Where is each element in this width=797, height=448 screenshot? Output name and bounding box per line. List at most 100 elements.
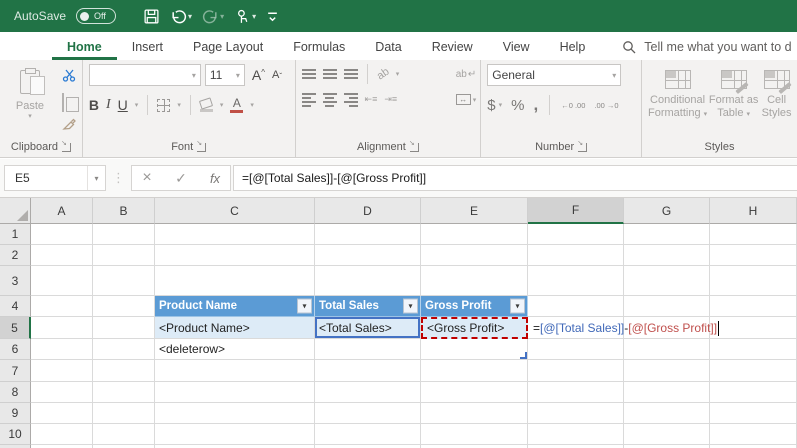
cell-A3[interactable] <box>31 266 93 296</box>
font-size-combo[interactable]: 11 ▾ <box>204 64 245 86</box>
tab-view[interactable]: View <box>488 35 545 60</box>
cell-C9[interactable] <box>155 403 315 424</box>
conditional-formatting-button[interactable]: Conditional Formatting ▾ <box>648 68 707 137</box>
paste-dropdown-icon[interactable]: ▾ <box>28 112 32 120</box>
cell-D8[interactable] <box>315 382 421 403</box>
enter-button[interactable]: ✓ <box>172 170 190 187</box>
align-top-icon[interactable] <box>301 69 316 79</box>
cell-B10[interactable] <box>93 424 155 445</box>
cell-H8[interactable] <box>710 382 797 403</box>
cell-F1[interactable] <box>528 224 624 245</box>
cell-H7[interactable] <box>710 360 797 382</box>
formula-bar-grip-icon[interactable]: ⋮ <box>112 170 125 186</box>
number-format-combo[interactable]: General ▾ <box>487 64 622 86</box>
cell-A5[interactable] <box>31 317 93 339</box>
formula-input[interactable]: =[@[Total Sales]]-[@[Gross Profit]] <box>233 165 797 191</box>
cell-E6[interactable] <box>421 339 528 360</box>
format-as-table-button[interactable]: Format as Table ▾ <box>707 68 760 137</box>
filter-button-C4[interactable]: ▾ <box>297 298 312 314</box>
save-button[interactable] <box>140 6 163 27</box>
cell-A10[interactable] <box>31 424 93 445</box>
cell-C7[interactable] <box>155 360 315 382</box>
cell-B5[interactable] <box>93 317 155 339</box>
cell-F2[interactable] <box>528 245 624 266</box>
row-header-5[interactable]: 5 <box>0 317 31 339</box>
row-header-2[interactable]: 2 <box>0 245 31 266</box>
cell-A2[interactable] <box>31 245 93 266</box>
touch-mode-dropdown-icon[interactable]: ▾ <box>252 12 256 21</box>
fill-color-dropdown-icon[interactable]: ▾ <box>220 101 224 109</box>
editing-cell-F5[interactable]: = [@[Total Sales]] - [@[Gross Profit]] <box>530 317 797 339</box>
align-left-icon[interactable] <box>301 93 316 107</box>
cell-B9[interactable] <box>93 403 155 424</box>
row-header-7[interactable]: 7 <box>0 360 31 382</box>
cell-C2[interactable] <box>155 245 315 266</box>
font-dialog-launcher[interactable] <box>196 139 207 152</box>
column-header-G[interactable]: G <box>624 198 710 224</box>
decrease-decimal-icon[interactable]: .00 →0 <box>594 101 618 109</box>
cell-A8[interactable] <box>31 382 93 403</box>
tab-home[interactable]: Home <box>52 35 117 60</box>
tell-me-search[interactable]: Tell me what you want to d <box>622 40 792 60</box>
cell-C5[interactable]: <Product Name> <box>155 317 315 339</box>
tab-page-layout[interactable]: Page Layout <box>178 35 278 60</box>
align-right-icon[interactable] <box>343 93 358 107</box>
cell-B4[interactable] <box>93 296 155 317</box>
comma-style-icon[interactable]: , <box>533 95 538 115</box>
row-header-1[interactable]: 1 <box>0 224 31 245</box>
cell-styles-button[interactable]: Cell Styles <box>760 68 793 137</box>
cell-D7[interactable] <box>315 360 421 382</box>
autosave-toggle[interactable]: Off <box>76 8 117 24</box>
cell-D4[interactable]: Total Sales ▾ <box>315 296 421 317</box>
cell-D3[interactable] <box>315 266 421 296</box>
cell-E8[interactable] <box>421 382 528 403</box>
cell-F8[interactable] <box>528 382 624 403</box>
font-color-button[interactable]: A <box>230 97 244 113</box>
cell-G6[interactable] <box>624 339 710 360</box>
cell-H4[interactable] <box>710 296 797 317</box>
tab-data[interactable]: Data <box>360 35 416 60</box>
cell-G9[interactable] <box>624 403 710 424</box>
table-resize-handle[interactable] <box>520 352 527 359</box>
filter-button-E4[interactable]: ▾ <box>510 298 525 314</box>
decrease-indent-icon[interactable]: ⇤≡ <box>365 94 378 105</box>
cancel-button[interactable]: × <box>138 169 156 187</box>
cell-E1[interactable] <box>421 224 528 245</box>
cell-C4[interactable]: Product Name ▾ <box>155 296 315 317</box>
name-box-dropdown-icon[interactable]: ▾ <box>87 166 105 190</box>
cell-H3[interactable] <box>710 266 797 296</box>
insert-function-button[interactable]: fx <box>206 171 224 186</box>
cell-A6[interactable] <box>31 339 93 360</box>
align-bottom-icon[interactable] <box>343 69 358 79</box>
increase-font-button[interactable]: A ^ <box>252 67 265 83</box>
column-header-H[interactable]: H <box>710 198 797 224</box>
cell-E3[interactable] <box>421 266 528 296</box>
cell-E10[interactable] <box>421 424 528 445</box>
increase-decimal-icon[interactable]: ←0 .00 <box>561 101 585 109</box>
tab-formulas[interactable]: Formulas <box>278 35 360 60</box>
align-middle-icon[interactable] <box>322 69 337 79</box>
borders-icon[interactable] <box>157 98 171 112</box>
align-center-icon[interactable] <box>322 93 337 107</box>
cell-D6[interactable] <box>315 339 421 360</box>
cell-H9[interactable] <box>710 403 797 424</box>
cell-B3[interactable] <box>93 266 155 296</box>
column-header-D[interactable]: D <box>315 198 421 224</box>
decrease-font-button[interactable]: Aˇ <box>272 69 282 81</box>
cell-F4[interactable] <box>528 296 624 317</box>
cell-B6[interactable] <box>93 339 155 360</box>
row-header-6[interactable]: 6 <box>0 339 31 360</box>
cell-C8[interactable] <box>155 382 315 403</box>
filter-button-D4[interactable]: ▾ <box>403 298 418 314</box>
cell-C3[interactable] <box>155 266 315 296</box>
bold-button[interactable]: B <box>89 97 99 113</box>
redo-button[interactable]: ▾ <box>199 6 227 27</box>
number-dialog-launcher[interactable] <box>577 139 588 152</box>
cell-H2[interactable] <box>710 245 797 266</box>
tab-insert[interactable]: Insert <box>117 35 178 60</box>
cell-E7[interactable] <box>421 360 528 382</box>
cell-A9[interactable] <box>31 403 93 424</box>
cell-A7[interactable] <box>31 360 93 382</box>
cell-D10[interactable] <box>315 424 421 445</box>
tab-review[interactable]: Review <box>417 35 488 60</box>
